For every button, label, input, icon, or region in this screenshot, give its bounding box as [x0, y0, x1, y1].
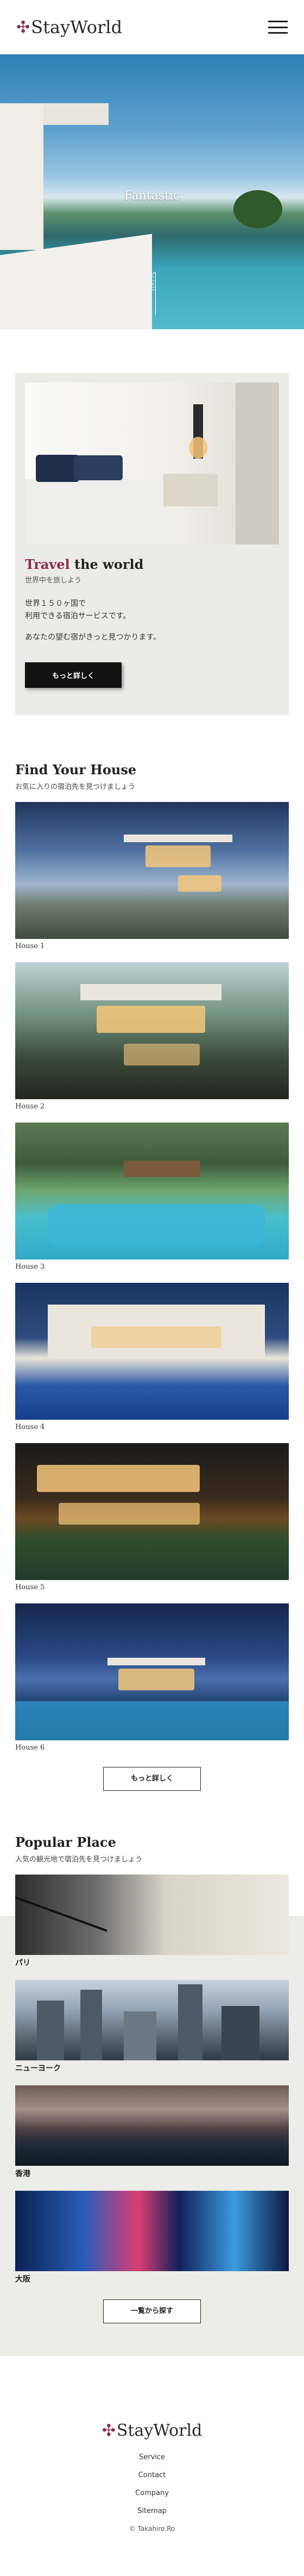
- place-caption: パリ: [15, 1959, 30, 1967]
- places-list-button[interactable]: 一覧から探す: [103, 2299, 201, 2323]
- travel-subtitle: 世界中を旅しよう: [25, 576, 82, 585]
- house-caption: House 3: [15, 1263, 45, 1271]
- hero-pillar: [0, 103, 43, 250]
- place-card[interactable]: ニューヨーク: [15, 1980, 289, 2073]
- travel-title-accent: Travel: [25, 556, 70, 572]
- house-caption: House 1: [15, 942, 45, 950]
- popular-subtitle: 人気の観光地で宿泊先を見つけましょう: [15, 1856, 143, 1864]
- house-photo[interactable]: [15, 802, 289, 939]
- house-card[interactable]: House 2: [15, 962, 289, 1111]
- site-header: ✣ StayWorld: [0, 0, 304, 54]
- hero-banner: Fantastic Scroll: [0, 54, 304, 329]
- place-card[interactable]: パリ: [15, 1875, 289, 1968]
- scroll-indicator-label: Scroll: [150, 272, 155, 292]
- house-card[interactable]: House 6: [15, 1603, 289, 1752]
- house-card[interactable]: House 4: [15, 1283, 289, 1431]
- house-caption: House 5: [15, 1583, 45, 1591]
- find-subtitle: お気に入りの宿泊先を見つけましょう: [15, 783, 136, 791]
- house-photo[interactable]: [15, 1283, 289, 1420]
- house-photo[interactable]: [15, 1603, 289, 1740]
- travel-body-line: 世界１５０ヶ国で: [25, 599, 86, 608]
- house-caption: House 2: [15, 1102, 45, 1111]
- place-list: パリ ニューヨーク 香港 大阪: [15, 1875, 289, 2284]
- house-photo[interactable]: [15, 962, 289, 1099]
- logo-star-icon: ✣: [102, 2421, 116, 2440]
- copyright: © Takahiro.Ro: [129, 2525, 175, 2533]
- site-logo[interactable]: ✣ StayWorld: [16, 17, 122, 37]
- travel-card: Travel the world 世界中を旅しよう 世界１５０ヶ国で 利用できる…: [15, 373, 289, 715]
- houses-more-button[interactable]: もっと詳しく: [103, 1767, 201, 1791]
- hero-title: Fantastic: [124, 189, 180, 203]
- site-footer: ✣ StayWorld Service Contact Company Site…: [0, 2356, 304, 2554]
- place-caption: ニューヨーク: [15, 2064, 61, 2073]
- find-title: Find Your House: [15, 762, 137, 778]
- scroll-indicator-line: [155, 272, 156, 315]
- place-photo[interactable]: [15, 2085, 289, 2166]
- place-card[interactable]: 大阪: [15, 2191, 289, 2284]
- travel-body-line: あなたの望む宿がきっと見つかります。: [25, 633, 161, 642]
- place-photo[interactable]: [15, 1875, 289, 1955]
- footer-link-contact[interactable]: Contact: [0, 2471, 304, 2479]
- travel-description: 世界１５０ヶ国で 利用できる宿泊サービスです。 あなたの望む宿がきっと見つかりま…: [25, 598, 279, 644]
- footer-link-sitemap[interactable]: Sitemap: [0, 2507, 304, 2515]
- travel-more-button[interactable]: もっと詳しく: [25, 662, 122, 688]
- house-card[interactable]: House 1: [15, 802, 289, 950]
- footer-link-company[interactable]: Company: [0, 2489, 304, 2497]
- popular-title: Popular Place: [15, 1834, 116, 1850]
- footer-logo[interactable]: ✣ StayWorld: [0, 2421, 304, 2440]
- house-list: House 1 House 2 House 3 House 4 House 5 …: [15, 802, 289, 1752]
- house-card[interactable]: House 5: [15, 1443, 289, 1591]
- place-photo[interactable]: [15, 1980, 289, 2060]
- place-photo[interactable]: [15, 2191, 289, 2271]
- house-photo[interactable]: [15, 1123, 289, 1259]
- travel-section: Travel the world 世界中を旅しよう 世界１５０ヶ国で 利用できる…: [0, 329, 304, 715]
- logo-text: StayWorld: [31, 17, 123, 37]
- footer-nav: Service Contact Company Sitemap: [0, 2453, 304, 2515]
- footer-logo-text: StayWorld: [116, 2421, 202, 2440]
- house-caption: House 6: [15, 1744, 45, 1752]
- house-card[interactable]: House 3: [15, 1123, 289, 1271]
- place-caption: 大阪: [15, 2275, 30, 2284]
- travel-body-line: 利用できる宿泊サービスです。: [25, 612, 131, 621]
- bedroom-photo: [25, 383, 279, 544]
- place-card[interactable]: 香港: [15, 2085, 289, 2179]
- popular-place-section: Popular Place 人気の観光地で宿泊先を見つけましょう パリ ニューヨ…: [0, 1834, 304, 2356]
- house-caption: House 4: [15, 1423, 45, 1431]
- place-caption: 香港: [15, 2170, 30, 2178]
- logo-star-icon: ✣: [16, 17, 30, 37]
- house-photo[interactable]: [15, 1443, 289, 1580]
- hamburger-menu-icon[interactable]: [268, 21, 288, 34]
- travel-title-rest: the world: [69, 556, 144, 572]
- find-house-section: Find Your House お気に入りの宿泊先を見つけましょう House …: [0, 715, 304, 1791]
- travel-title: Travel the world: [25, 556, 279, 572]
- footer-link-service[interactable]: Service: [0, 2453, 304, 2461]
